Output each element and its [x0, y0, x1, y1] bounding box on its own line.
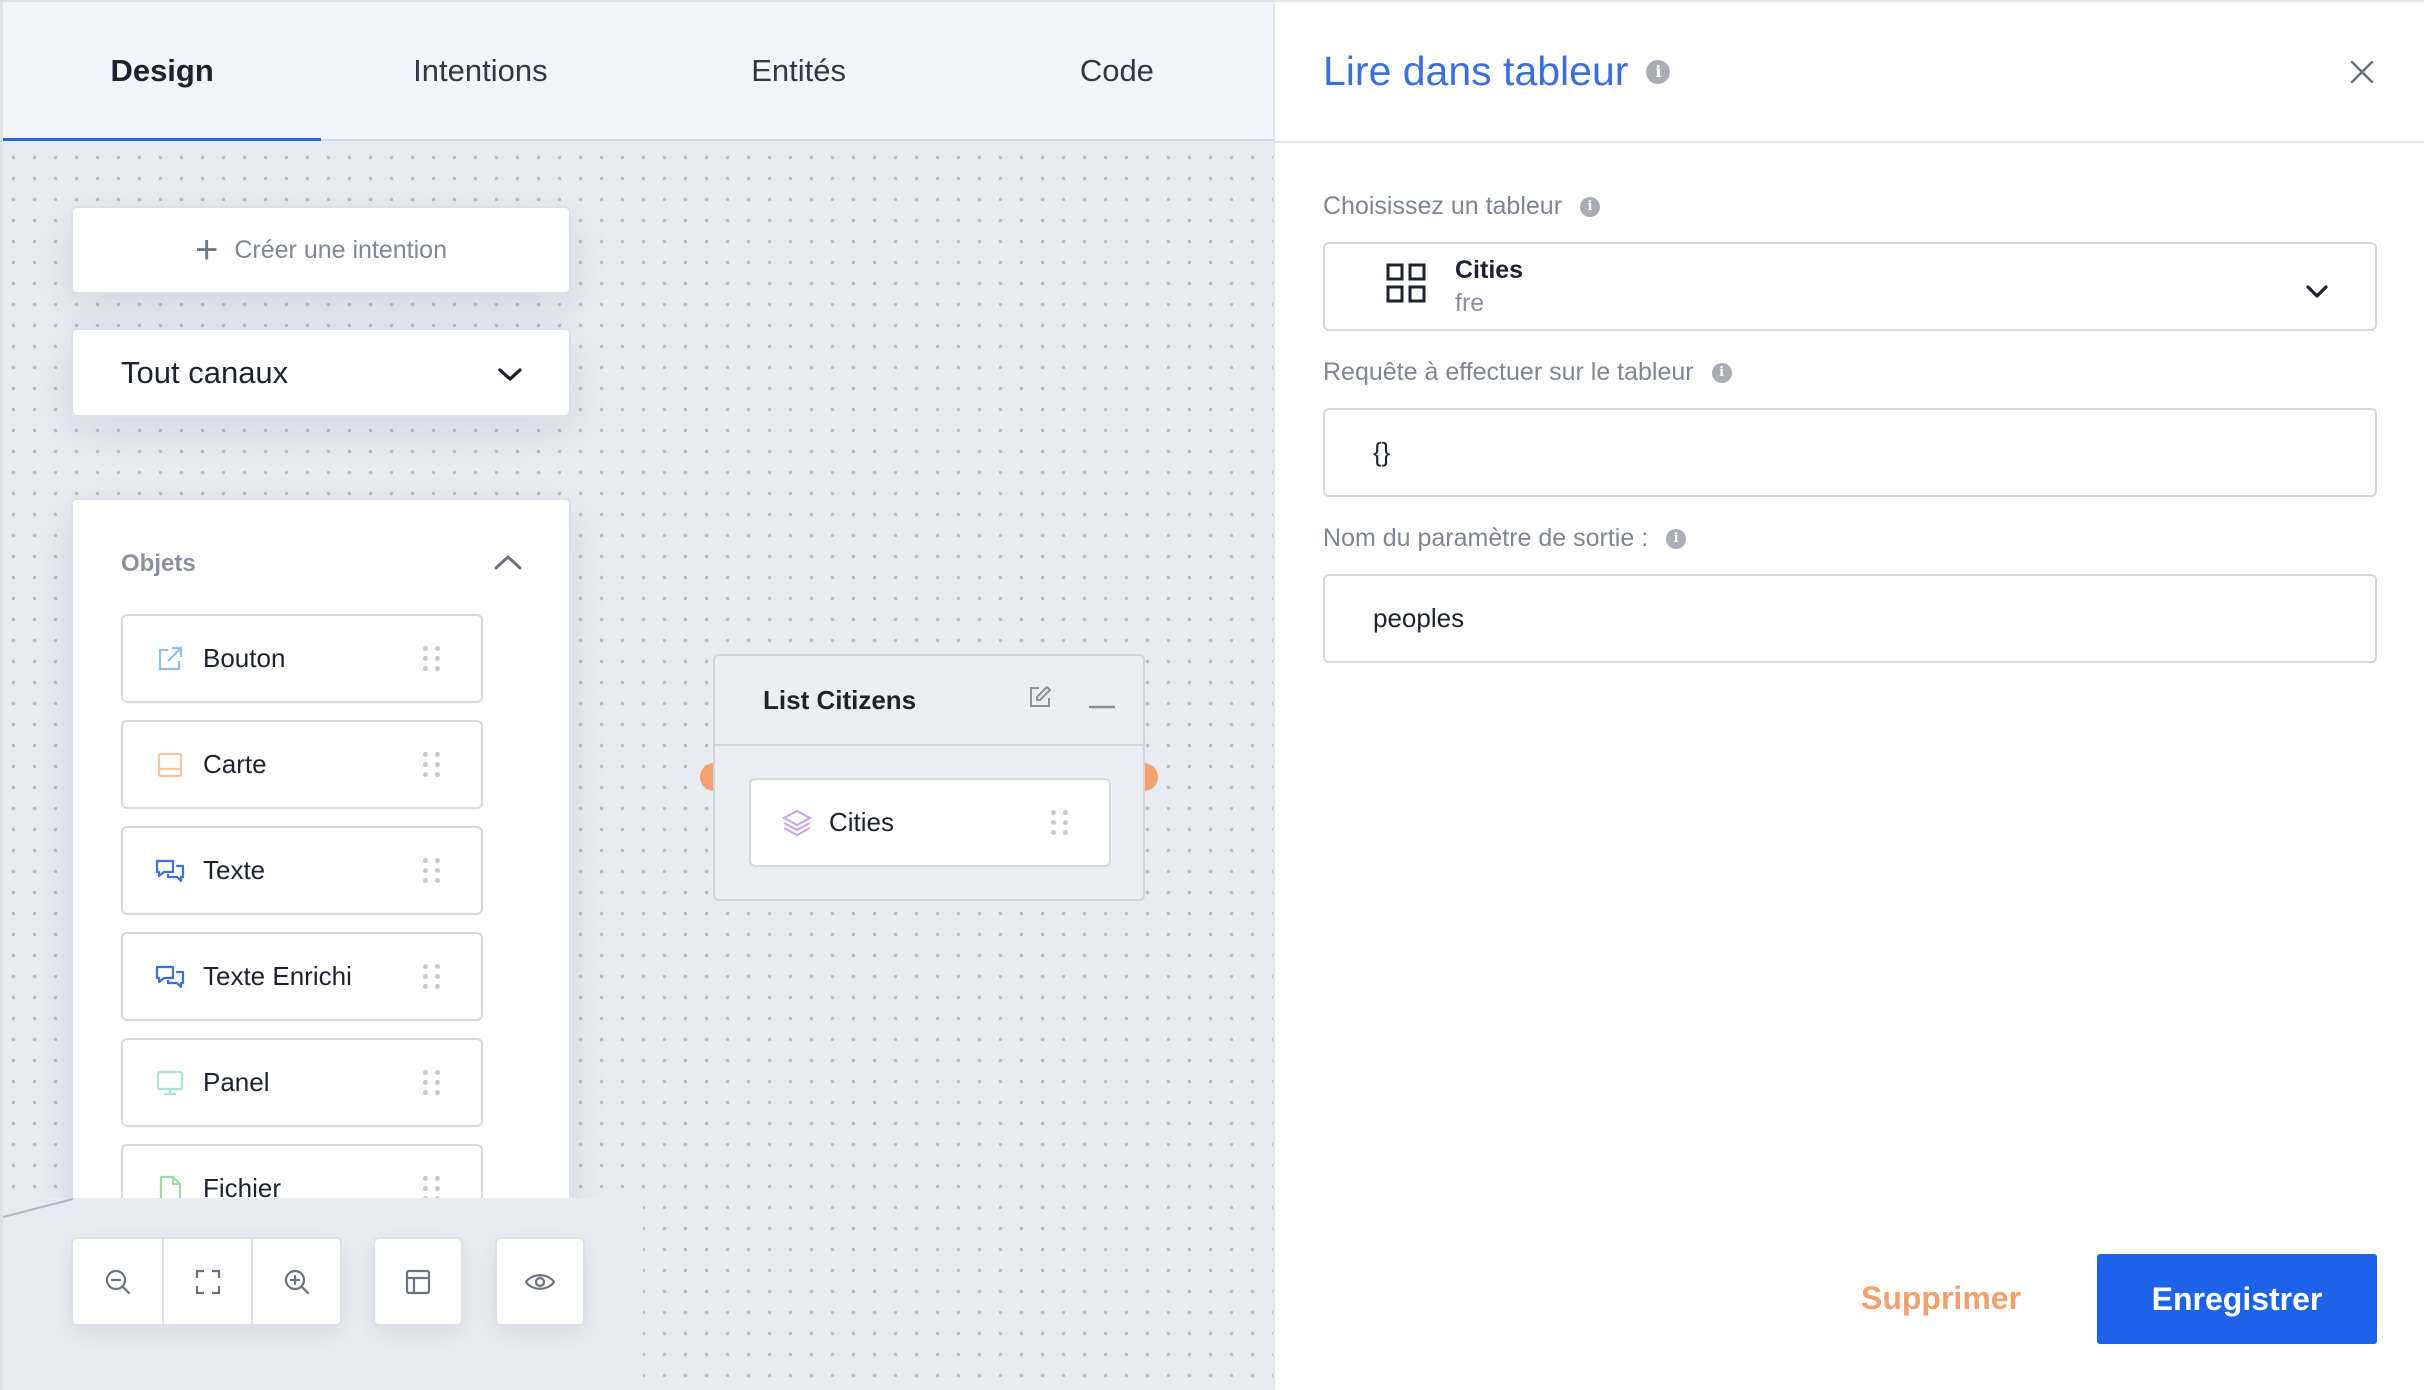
zoom-in-icon — [284, 1269, 309, 1294]
output-param-input[interactable]: peoples — [1323, 574, 2377, 663]
node-title: List Citizens — [763, 684, 917, 715]
tab-entities[interactable]: Entités — [640, 2, 958, 139]
drag-handle-icon[interactable] — [423, 964, 441, 989]
monitor-icon — [153, 1066, 187, 1100]
drag-handle-icon[interactable] — [423, 1070, 441, 1095]
drag-handle-icon[interactable] — [423, 752, 441, 777]
info-icon[interactable]: i — [1666, 528, 1687, 549]
card-icon — [153, 748, 187, 782]
sheet-label: Choisissez un tableur — [1323, 192, 1563, 220]
chevron-down-icon — [2305, 276, 2329, 307]
object-item-label: Bouton — [203, 643, 286, 673]
delete-button[interactable]: Supprimer — [1841, 1254, 2041, 1343]
external-link-icon — [153, 642, 187, 676]
sheet-label-group: Choisissez un tableur i — [1323, 192, 1601, 221]
object-item-bouton[interactable]: Bouton — [121, 614, 483, 703]
properties-panel: Lire dans tableur i Choisissez un tableu… — [1273, 0, 2424, 1390]
info-icon[interactable]: i — [1646, 59, 1671, 84]
edge-line — [3, 1198, 74, 1218]
object-item-carte[interactable]: Carte — [121, 720, 483, 809]
info-icon[interactable]: i — [1580, 196, 1601, 217]
query-label: Requête à effectuer sur le tableur — [1323, 358, 1694, 386]
preview-button[interactable] — [497, 1239, 583, 1324]
node-header: List Citizens — [715, 656, 1143, 746]
edit-icon[interactable] — [1027, 684, 1053, 717]
drag-handle-icon[interactable] — [423, 646, 441, 671]
object-item-label: Texte Enrichi — [203, 961, 352, 991]
create-intent-label: Créer une intention — [234, 235, 447, 264]
close-icon[interactable] — [2348, 58, 2376, 86]
create-intent-button[interactable]: + Créer une intention — [71, 206, 571, 294]
preview-toolbar — [495, 1237, 585, 1326]
chevron-down-icon — [497, 355, 523, 391]
zoom-out-icon — [105, 1269, 130, 1294]
object-item-panel[interactable]: Panel — [121, 1038, 483, 1127]
layout-icon — [405, 1269, 431, 1294]
sheet-select-value: Cities fre — [1455, 254, 1523, 319]
object-item-label: Carte — [203, 749, 267, 779]
zoom-toolbar — [71, 1237, 342, 1326]
sheet-select[interactable]: Cities fre — [1323, 242, 2377, 331]
query-input[interactable]: {} — [1323, 408, 2377, 497]
chat-bubbles-icon — [153, 960, 187, 994]
tab-design[interactable]: Design — [3, 2, 322, 141]
chevron-up-icon[interactable] — [493, 550, 523, 578]
output-label-group: Nom du paramètre de sortie : i — [1323, 524, 1687, 553]
sheet-select-subtitle: fre — [1455, 288, 1485, 317]
tab-code[interactable]: Code — [958, 2, 1273, 139]
panel-title-group: Lire dans tableur i — [1323, 48, 1671, 95]
panel-header: Lire dans tableur i — [1275, 2, 2424, 143]
node-item-label: Cities — [829, 807, 895, 837]
grid-icon — [1385, 262, 1427, 311]
chat-bubbles-icon — [153, 854, 187, 888]
flow-canvas[interactable]: Design Intentions Entités Code + Créer u… — [0, 0, 1273, 1390]
query-label-group: Requête à effectuer sur le tableur i — [1323, 358, 1732, 387]
tab-bar: Design Intentions Entités Code — [3, 0, 1273, 141]
fit-screen-button[interactable] — [162, 1239, 251, 1324]
objects-header[interactable]: Objets — [121, 550, 523, 578]
flow-node[interactable]: List Citizens Cities — [713, 654, 1145, 901]
layout-button[interactable] — [375, 1239, 461, 1324]
object-item-texte-enrichi[interactable]: Texte Enrichi — [121, 932, 483, 1021]
channel-select[interactable]: Tout canaux — [71, 328, 571, 417]
save-button[interactable]: Enregistrer — [2097, 1254, 2377, 1344]
drag-handle-icon[interactable] — [423, 858, 441, 883]
sheet-select-title: Cities — [1455, 256, 1524, 284]
panel-title: Lire dans tableur — [1323, 48, 1629, 94]
layout-toolbar — [373, 1237, 463, 1326]
object-item-label: Panel — [203, 1067, 270, 1097]
fit-screen-icon — [195, 1269, 220, 1294]
drag-handle-icon[interactable] — [1051, 810, 1069, 835]
minimize-icon[interactable] — [1088, 685, 1116, 716]
output-label: Nom du paramètre de sortie : — [1323, 524, 1649, 552]
channel-select-value: Tout canaux — [121, 354, 289, 390]
info-icon[interactable]: i — [1711, 362, 1732, 383]
zoom-in-button[interactable] — [251, 1239, 340, 1324]
objects-title: Objets — [121, 550, 196, 577]
node-item-cities[interactable]: Cities — [749, 778, 1111, 867]
layers-icon — [781, 808, 813, 838]
plus-icon: + — [195, 228, 219, 272]
zoom-out-button[interactable] — [73, 1239, 162, 1324]
output-param-value: peoples — [1373, 603, 1465, 633]
preview-eye-icon — [524, 1273, 556, 1290]
object-item-label: Texte — [203, 855, 266, 885]
object-item-texte[interactable]: Texte — [121, 826, 483, 915]
query-input-value: {} — [1373, 437, 1391, 467]
tab-intentions[interactable]: Intentions — [321, 2, 639, 139]
